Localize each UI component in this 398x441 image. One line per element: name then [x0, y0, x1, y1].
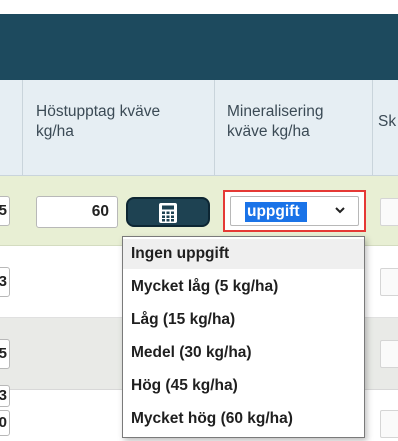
column-header-sk: Sk — [372, 80, 398, 176]
row-stub-input[interactable]: 3 — [0, 267, 10, 297]
row-stub-input[interactable]: 0 — [0, 410, 10, 436]
chevron-down-icon — [335, 207, 345, 214]
column-label-sk: Sk — [378, 113, 397, 130]
row-stub-input[interactable]: 5 — [0, 339, 10, 369]
cell-input[interactable] — [380, 198, 398, 226]
mineralisering-select[interactable]: uppgift — [230, 196, 359, 226]
cell-input[interactable] — [380, 410, 398, 438]
select-value: uppgift — [245, 202, 307, 222]
top-strip — [0, 0, 398, 14]
option-medel[interactable]: Medel (30 kg/ha) — [123, 338, 364, 368]
column-header-hostupptag: Höstupptag kväve kg/ha — [22, 80, 214, 176]
calculator-button[interactable] — [126, 197, 210, 227]
row-stub-input[interactable]: 3 — [0, 385, 10, 407]
column-label-hostupptag: Höstupptag kväve kg/ha — [36, 103, 161, 140]
table-header: Höstupptag kväve kg/ha Mineralisering kv… — [0, 80, 398, 176]
column-label-mineralisering: Mineralisering kväve kg/ha — [227, 103, 324, 140]
header-banner — [0, 14, 398, 80]
option-lag[interactable]: Låg (15 kg/ha) — [123, 305, 364, 335]
hostupptag-input[interactable]: 60 — [36, 196, 118, 228]
mineralisering-dropdown: Ingen uppgift Mycket låg (5 kg/ha) Låg (… — [122, 236, 365, 438]
option-ingen-uppgift[interactable]: Ingen uppgift — [123, 239, 364, 269]
cell-input[interactable] — [380, 340, 398, 368]
cell-input[interactable] — [380, 268, 398, 296]
option-mycket-hog[interactable]: Mycket hög (60 kg/ha) — [123, 404, 364, 434]
column-header-mineralisering: Mineralisering kväve kg/ha — [214, 80, 372, 176]
option-hog[interactable]: Hög (45 kg/ha) — [123, 371, 364, 401]
mineralisering-select-focus: uppgift — [223, 190, 366, 232]
calculator-icon — [159, 203, 177, 223]
option-mycket-lag[interactable]: Mycket låg (5 kg/ha) — [123, 272, 364, 302]
row-stub-input[interactable]: 5 — [0, 196, 10, 226]
